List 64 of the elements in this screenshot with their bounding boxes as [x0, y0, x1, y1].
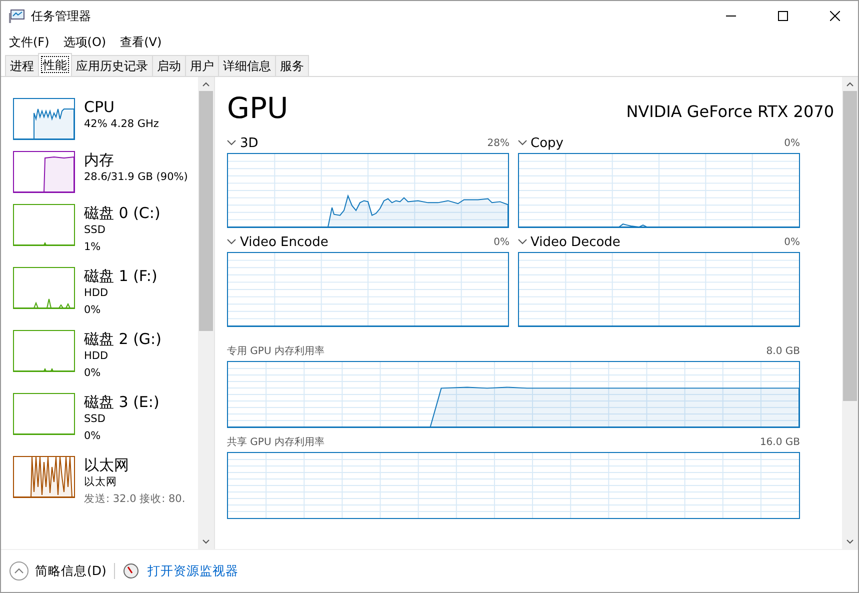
- usage-graph[interactable]: [13, 98, 75, 140]
- engine-name[interactable]: 3D: [240, 136, 258, 150]
- tab[interactable]: 服务: [275, 55, 309, 76]
- gpu-heading: GPU: [227, 91, 288, 125]
- engine-name[interactable]: Video Decode: [530, 234, 620, 250]
- memory-max: 16.0 GB: [760, 436, 800, 448]
- engine-usage: 0%: [494, 236, 510, 248]
- resource-detail: 0%: [84, 429, 102, 444]
- tab[interactable]: 启动: [152, 55, 186, 76]
- resource-name: 磁盘 0 (C:): [84, 204, 160, 222]
- resource-detail: SSD: [84, 223, 106, 238]
- engine-name[interactable]: Copy: [530, 136, 564, 150]
- resource-detail: 以太网: [84, 475, 118, 490]
- chevron-down-icon: [518, 239, 526, 245]
- tab[interactable]: 用户: [185, 55, 219, 76]
- maximize-icon: [778, 11, 788, 21]
- resource-detail: 28.6/31.9 GB (90%): [84, 170, 188, 185]
- resource-name: 以太网: [84, 456, 130, 474]
- resource-detail: HDD: [84, 349, 110, 364]
- resource-detail: 42% 4.28 GHz: [84, 117, 159, 132]
- usage-graph[interactable]: [13, 204, 75, 246]
- tab[interactable]: 进程: [5, 55, 39, 76]
- chevron-down-icon: [227, 140, 236, 146]
- close-icon: [830, 11, 840, 21]
- device-name: NVIDIA GeForce RTX 2070: [626, 102, 834, 123]
- tab[interactable]: 性能: [38, 53, 72, 76]
- usage-graph[interactable]: [13, 393, 75, 435]
- engine-name[interactable]: Video Encode: [240, 234, 328, 250]
- resource-detail: HDD: [84, 286, 110, 301]
- gauge-icon: [123, 563, 140, 579]
- resource-name: 磁盘 1 (F:): [84, 267, 158, 285]
- chevron-down-icon: [227, 239, 236, 245]
- resource-detail: 1%: [84, 240, 102, 255]
- tab[interactable]: 应用历史记录: [71, 55, 153, 76]
- resource-name: 内存: [84, 151, 115, 169]
- resource-name: 磁盘 2 (G:): [84, 330, 162, 348]
- usage-graph[interactable]: [13, 267, 75, 309]
- resource-name: 磁盘 3 (E:): [84, 393, 160, 411]
- resource-detail: 0%: [84, 303, 102, 318]
- resource-monitor-link[interactable]: 打开资源监视器: [147, 562, 238, 580]
- menu-item[interactable]: 文件(F): [3, 34, 56, 50]
- monitor-chart-icon: [9, 9, 25, 23]
- memory-max: 8.0 GB: [766, 346, 800, 356]
- engine-usage: 0%: [784, 138, 800, 148]
- menu-item[interactable]: 查看(V): [114, 34, 168, 50]
- scrollbar[interactable]: [842, 77, 858, 549]
- resource-detail: SSD: [84, 412, 106, 427]
- menu-item[interactable]: 选项(O): [57, 34, 112, 50]
- summary-button[interactable]: 简略信息(D): [9, 561, 106, 581]
- usage-graph[interactable]: [13, 456, 75, 498]
- tab[interactable]: 详细信息: [218, 55, 276, 76]
- usage-graph[interactable]: [13, 330, 75, 372]
- chevron-up-icon: [9, 561, 29, 581]
- memory-label: 共享 GPU 内存利用率: [227, 436, 324, 449]
- engine-usage: 28%: [487, 138, 510, 148]
- resource-detail: 0%: [84, 366, 102, 381]
- memory-label: 专用 GPU 内存利用率: [227, 344, 324, 358]
- engine-usage: 0%: [784, 236, 800, 248]
- window-title: 任务管理器: [31, 8, 92, 24]
- chevron-down-icon: [518, 140, 526, 146]
- usage-graph[interactable]: [13, 151, 75, 193]
- resource-detail: 发送: 32.0 接收: 80.: [84, 492, 186, 507]
- resource-name: CPU: [84, 98, 116, 116]
- scrollbar[interactable]: [198, 77, 214, 549]
